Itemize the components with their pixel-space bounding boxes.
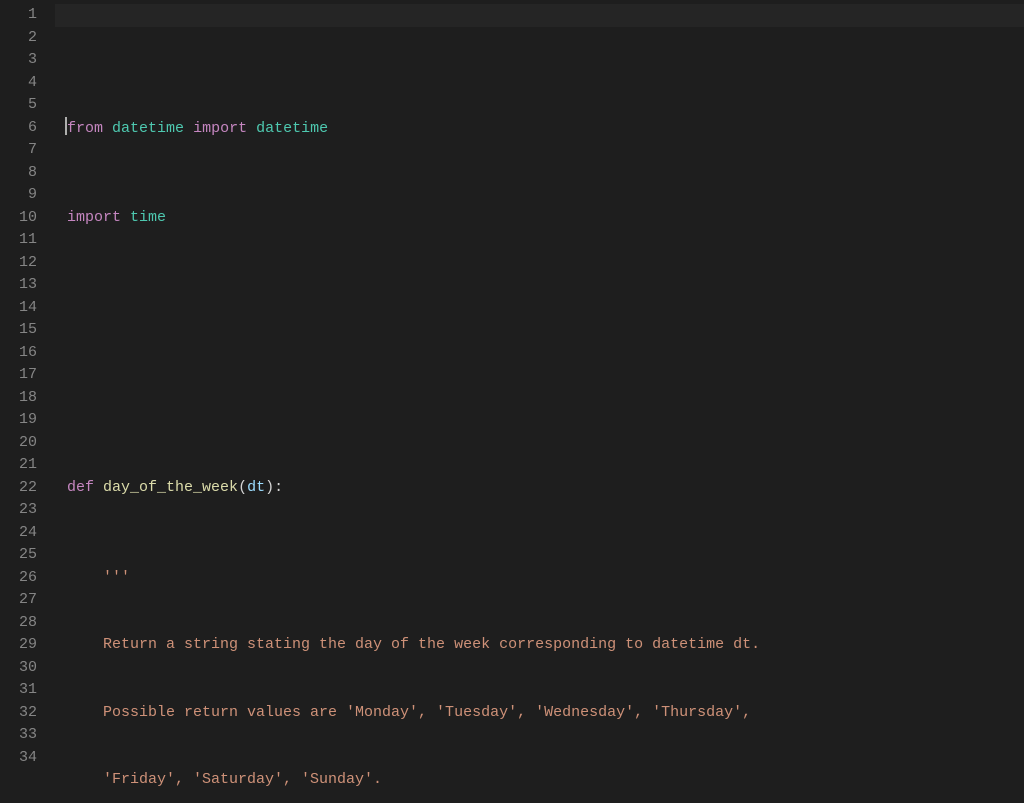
line-number: 7 bbox=[0, 139, 55, 162]
docstring: ''' bbox=[67, 569, 130, 586]
line-number: 30 bbox=[0, 657, 55, 680]
line-number: 3 bbox=[0, 49, 55, 72]
line-number: 34 bbox=[0, 747, 55, 770]
line-number: 2 bbox=[0, 27, 55, 50]
code-line[interactable]: import time bbox=[67, 207, 1024, 230]
code-area[interactable]: from datetime import datetime import tim… bbox=[55, 0, 1024, 803]
line-number: 21 bbox=[0, 454, 55, 477]
symbol-datetime: datetime bbox=[256, 120, 328, 137]
line-number: 13 bbox=[0, 274, 55, 297]
line-number: 14 bbox=[0, 297, 55, 320]
line-number: 33 bbox=[0, 724, 55, 747]
docstring: Return a string stating the day of the w… bbox=[67, 636, 760, 653]
line-number: 5 bbox=[0, 94, 55, 117]
line-number: 1 bbox=[0, 4, 55, 27]
code-line[interactable]: ''' bbox=[67, 567, 1024, 590]
keyword-def: def bbox=[67, 479, 94, 496]
line-number: 10 bbox=[0, 207, 55, 230]
line-number: 11 bbox=[0, 229, 55, 252]
module-datetime: datetime bbox=[112, 120, 184, 137]
line-number: 6 bbox=[0, 117, 55, 140]
line-number: 22 bbox=[0, 477, 55, 500]
line-number: 24 bbox=[0, 522, 55, 545]
paren: ( bbox=[238, 479, 247, 496]
module-time: time bbox=[130, 209, 166, 226]
line-number: 9 bbox=[0, 184, 55, 207]
code-line[interactable]: from datetime import datetime bbox=[67, 117, 1024, 140]
line-number: 27 bbox=[0, 589, 55, 612]
line-number: 25 bbox=[0, 544, 55, 567]
paren-colon: ): bbox=[265, 479, 283, 496]
param-dt: dt bbox=[247, 479, 265, 496]
line-number: 31 bbox=[0, 679, 55, 702]
docstring: Possible return values are 'Monday', 'Tu… bbox=[67, 704, 751, 721]
keyword-from: from bbox=[67, 120, 103, 137]
code-line[interactable]: 'Friday', 'Saturday', 'Sunday'. bbox=[67, 769, 1024, 792]
docstring: 'Friday', 'Saturday', 'Sunday'. bbox=[67, 771, 382, 788]
keyword-import: import bbox=[67, 209, 121, 226]
function-name: day_of_the_week bbox=[103, 479, 238, 496]
code-line[interactable]: Possible return values are 'Monday', 'Tu… bbox=[67, 702, 1024, 725]
code-line[interactable]: Return a string stating the day of the w… bbox=[67, 634, 1024, 657]
line-number: 19 bbox=[0, 409, 55, 432]
line-number-gutter: 1234567891011121314151617181920212223242… bbox=[0, 0, 55, 803]
code-line[interactable] bbox=[67, 297, 1024, 320]
line-number: 17 bbox=[0, 364, 55, 387]
line-number: 20 bbox=[0, 432, 55, 455]
line-number: 32 bbox=[0, 702, 55, 725]
line-number: 15 bbox=[0, 319, 55, 342]
line-number: 29 bbox=[0, 634, 55, 657]
code-line[interactable]: def day_of_the_week(dt): bbox=[67, 477, 1024, 500]
line-number: 28 bbox=[0, 612, 55, 635]
line-number: 26 bbox=[0, 567, 55, 590]
current-line-highlight bbox=[55, 4, 1024, 27]
line-number: 18 bbox=[0, 387, 55, 410]
line-number: 23 bbox=[0, 499, 55, 522]
line-number: 4 bbox=[0, 72, 55, 95]
code-editor[interactable]: 1234567891011121314151617181920212223242… bbox=[0, 0, 1024, 803]
code-line[interactable] bbox=[67, 387, 1024, 410]
keyword-import: import bbox=[193, 120, 247, 137]
line-number: 8 bbox=[0, 162, 55, 185]
line-number: 16 bbox=[0, 342, 55, 365]
line-number: 12 bbox=[0, 252, 55, 275]
